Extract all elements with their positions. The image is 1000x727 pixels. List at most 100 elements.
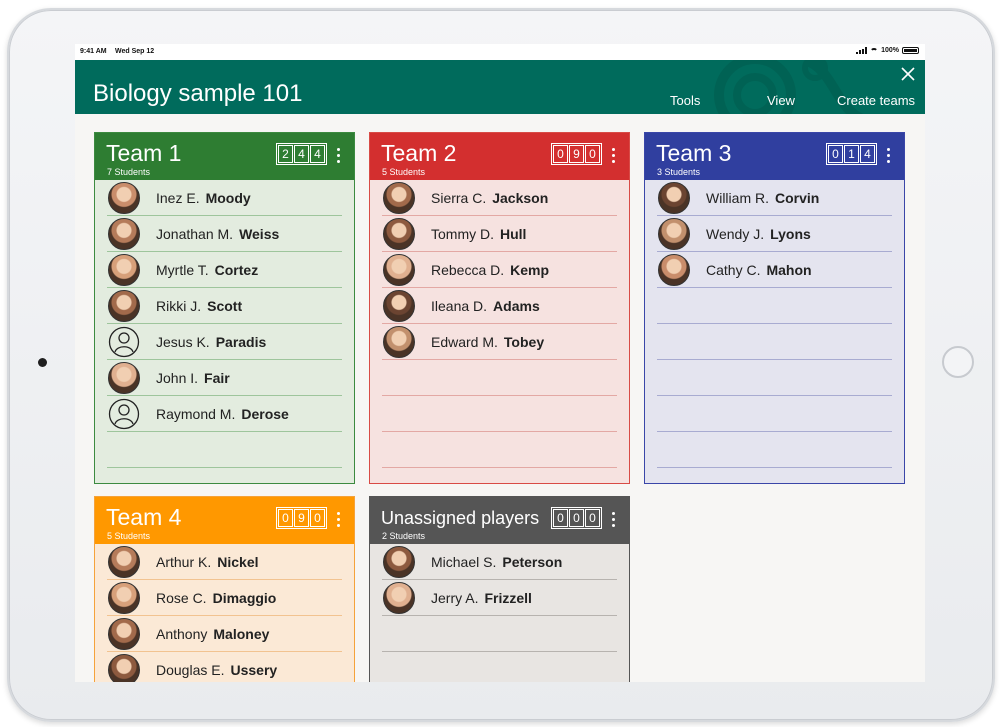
view-menu-button[interactable]: View — [767, 93, 795, 108]
more-options-icon[interactable] — [337, 148, 341, 166]
app-screen: 9:41 AM Wed Sep 12 100% Biology sample 1… — [75, 44, 925, 682]
student-row[interactable]: Arthur K. Nickel — [107, 544, 342, 580]
student-row[interactable]: Myrtle T. Cortez — [107, 252, 342, 288]
student-last-name: Nickel — [217, 554, 259, 570]
student-name: Douglas E. Ussery — [156, 662, 277, 678]
student-name: Cathy C. Mahon — [706, 262, 812, 278]
empty-slot[interactable] — [657, 288, 892, 324]
student-name: Sierra C. Jackson — [431, 190, 548, 206]
empty-slot[interactable] — [382, 396, 617, 432]
team-card: Team 45 Students 0 9 0 Arthur K. Nickel Rose C… — [94, 496, 355, 682]
team-student-count: 5 Students — [107, 531, 151, 541]
empty-slot[interactable] — [382, 652, 617, 682]
empty-slot[interactable] — [107, 432, 342, 468]
wifi-icon — [870, 47, 879, 54]
student-photo-avatar — [108, 654, 140, 682]
student-row[interactable]: Rebecca D. Kemp — [382, 252, 617, 288]
home-button[interactable] — [942, 346, 974, 378]
student-first-name: Tommy D. — [431, 226, 494, 242]
more-options-icon[interactable] — [887, 148, 891, 166]
student-last-name: Tobey — [503, 334, 545, 350]
student-row[interactable]: Wendy J. Lyons — [657, 216, 892, 252]
student-row[interactable]: Jerry A. Frizzell — [382, 580, 617, 616]
close-icon[interactable] — [900, 66, 916, 82]
team-card-header: Team 33 Students 0 1 4 — [645, 133, 904, 180]
empty-slot[interactable] — [382, 616, 617, 652]
student-name: Rikki J. Scott — [156, 298, 242, 314]
student-row[interactable]: Rikki J. Scott — [107, 288, 342, 324]
student-first-name: Douglas E. — [156, 662, 225, 678]
empty-slot[interactable] — [382, 360, 617, 396]
student-row[interactable]: Tommy D. Hull — [382, 216, 617, 252]
student-first-name: Michael S. — [431, 554, 497, 570]
more-options-icon[interactable] — [337, 512, 341, 530]
student-photo-avatar — [383, 218, 415, 250]
create-teams-button[interactable]: Create teams — [837, 93, 915, 108]
student-name: Jerry A. Frizzell — [431, 590, 532, 606]
empty-slot[interactable] — [657, 396, 892, 432]
student-last-name: Ussery — [230, 662, 278, 678]
team-student-count: 3 Students — [657, 167, 701, 177]
score-digit: 1 — [844, 145, 859, 163]
student-name: William R. Corvin — [706, 190, 819, 206]
student-row[interactable]: Inez E. Moody — [107, 180, 342, 216]
team-card: Unassigned players 2 Students 0 0 0 Michael S… — [369, 496, 630, 682]
person-placeholder-icon — [108, 326, 140, 358]
student-row[interactable]: John I. Fair — [107, 360, 342, 396]
student-photo-avatar — [383, 254, 415, 286]
team-score-counter: 244 — [276, 143, 327, 165]
student-last-name: Peterson — [502, 554, 563, 570]
student-photo-avatar — [383, 326, 415, 358]
student-name: Michael S. Peterson — [431, 554, 562, 570]
team-name: Team 2 — [381, 140, 457, 166]
student-photo-avatar — [383, 582, 415, 614]
student-name: Inez E. Moody — [156, 190, 251, 206]
signal-icon — [856, 47, 868, 54]
student-row[interactable]: Ileana D. Adams — [382, 288, 617, 324]
student-name: Rose C. Dimaggio — [156, 590, 276, 606]
score-digit: 0 — [553, 145, 568, 163]
more-options-icon[interactable] — [612, 512, 616, 530]
team-name: Unassigned players — [381, 508, 540, 528]
student-row[interactable]: Sierra C. Jackson — [382, 180, 617, 216]
empty-slot[interactable] — [382, 432, 617, 468]
student-name: Tommy D. Hull — [431, 226, 526, 242]
student-row[interactable]: William R. Corvin — [657, 180, 892, 216]
battery-icon — [902, 47, 919, 54]
student-photo-avatar — [108, 182, 140, 214]
score-digit: 9 — [569, 145, 584, 163]
student-first-name: William R. — [706, 190, 769, 206]
student-first-name: Arthur K. — [156, 554, 212, 570]
student-first-name: Edward M. — [431, 334, 498, 350]
student-row[interactable]: Anthony Maloney — [107, 616, 342, 652]
team-card-header: Team 45 Students 0 9 0 — [95, 497, 354, 544]
student-first-name: Sierra C. — [431, 190, 487, 206]
student-first-name: Inez E. — [156, 190, 200, 206]
score-digit: 0 — [585, 509, 600, 527]
front-camera — [38, 358, 47, 367]
student-first-name: Rikki J. — [156, 298, 202, 314]
student-first-name: Jesus K. — [156, 334, 210, 350]
student-last-name: Paradis — [215, 334, 267, 350]
student-name: Edward M. Tobey — [431, 334, 544, 350]
more-options-icon[interactable] — [612, 148, 616, 166]
status-bar: 9:41 AM Wed Sep 12 100% — [75, 44, 925, 60]
student-row[interactable]: Douglas E. Ussery — [107, 652, 342, 682]
student-row[interactable]: Jonathan M. Weiss — [107, 216, 342, 252]
student-photo-avatar — [383, 546, 415, 578]
student-row[interactable]: Rose C. Dimaggio — [107, 580, 342, 616]
student-row[interactable]: Jesus K. Paradis — [107, 324, 342, 360]
empty-slot[interactable] — [657, 432, 892, 468]
student-first-name: Cathy C. — [706, 262, 761, 278]
student-row[interactable]: Raymond M. Derose — [107, 396, 342, 432]
student-photo-avatar — [108, 362, 140, 394]
tools-menu-button[interactable]: Tools — [670, 93, 700, 108]
student-row[interactable]: Edward M. Tobey — [382, 324, 617, 360]
empty-slot[interactable] — [657, 360, 892, 396]
score-digit: 0 — [310, 509, 325, 527]
student-row[interactable]: Michael S. Peterson — [382, 544, 617, 580]
student-last-name: Corvin — [775, 190, 820, 206]
student-row[interactable]: Cathy C. Mahon — [657, 252, 892, 288]
student-first-name: Raymond M. — [156, 406, 236, 422]
empty-slot[interactable] — [657, 324, 892, 360]
